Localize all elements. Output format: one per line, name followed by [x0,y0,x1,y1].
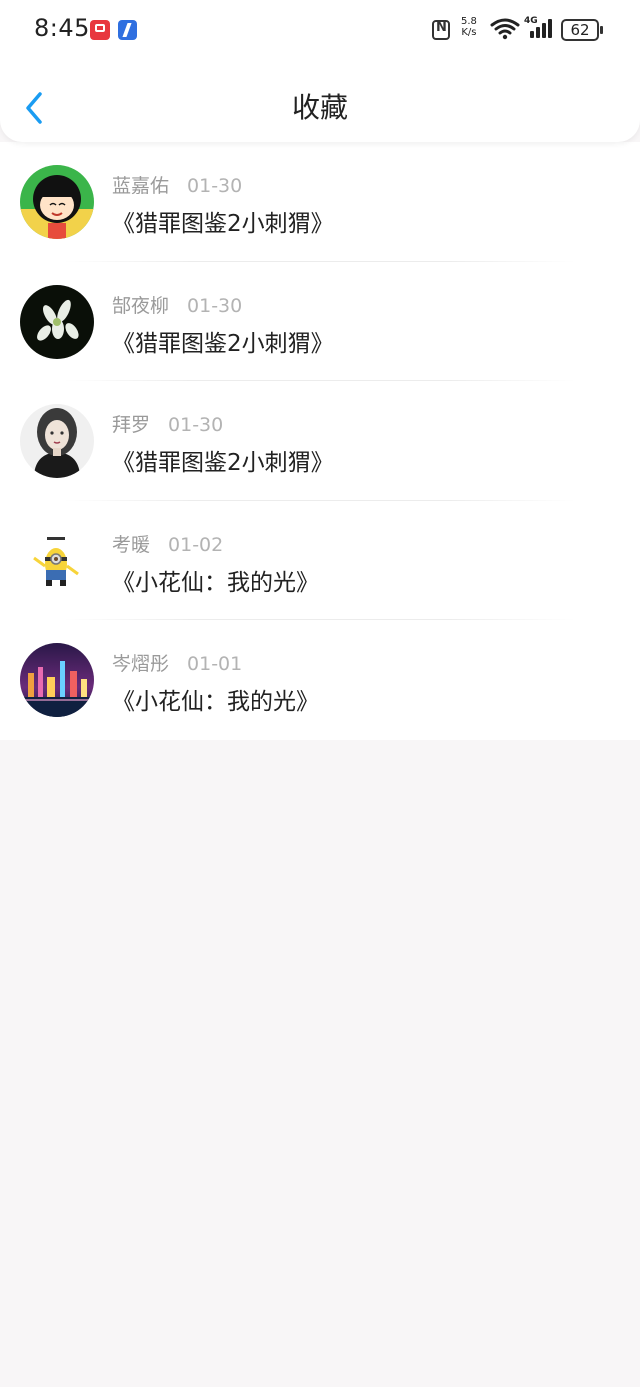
avatar[interactable] [20,284,94,359]
signal-type-label: 4G [524,16,538,26]
user-name: 郜夜柳 [112,294,170,317]
avatar[interactable] [20,404,94,478]
user-name: 岑熠彤 [112,653,170,675]
user-name: 考暖 [112,533,151,556]
item-meta: 岑熠彤 01-01 [112,649,242,676]
battery-icon: 62 [561,19,603,41]
avatar[interactable] [20,523,94,598]
item-date: 01-30 [187,175,243,197]
battery-level: 62 [570,21,590,39]
cellular-signal-icon: 4G [524,16,554,40]
network-speed-unit: K/s [461,27,477,38]
network-speed: 5.8 K/s [461,16,477,38]
list-item[interactable]: 岑熠彤 01-01 《小花仙：我的光》 [0,620,640,740]
item-meta: 考暖 01-02 [112,530,223,557]
app-notification-icon [118,20,137,40]
item-date: 01-02 [168,533,224,556]
book-title: 《猎罪图鉴2小刺猬》 [112,211,334,237]
avatar[interactable] [20,643,94,717]
video-app-notification-icon [90,20,110,40]
item-meta: 蓝嘉佑 01-30 [112,171,242,198]
nfc-icon [432,20,450,40]
list-item[interactable]: 郜夜柳 01-30 《猎罪图鉴2小刺猬》 [0,262,640,381]
top-bar: 8:45 5.8 K/s 4G 62 [0,0,640,142]
avatar[interactable] [20,165,94,239]
user-name: 蓝嘉佑 [112,175,170,197]
item-date: 01-01 [187,653,243,675]
book-title: 《猎罪图鉴2小刺猬》 [112,450,334,476]
book-title: 《小花仙：我的光》 [112,569,319,596]
book-title: 《猎罪图鉴2小刺猬》 [112,330,334,357]
status-time: 8:45 [34,14,90,42]
list-item[interactable]: 蓝嘉佑 01-30 《猎罪图鉴2小刺猬》 [0,142,640,262]
page-title: 收藏 [291,91,348,124]
list-item[interactable]: 拜罗 01-30 《猎罪图鉴2小刺猬》 [0,381,640,501]
favorites-list: 蓝嘉佑 01-30 《猎罪图鉴2小刺猬》 郜夜柳 01-30 《猎罪图鉴2小刺猬》 [0,142,640,740]
status-bar: 8:45 5.8 K/s 4G 62 [0,0,640,60]
item-date: 01-30 [187,294,243,317]
item-date: 01-30 [168,414,224,436]
book-title: 《小花仙：我的光》 [112,689,319,715]
wifi-icon [490,18,520,40]
user-name: 拜罗 [112,414,151,436]
item-meta: 郜夜柳 01-30 [112,291,242,318]
network-speed-value: 5.8 [461,16,477,27]
list-item[interactable]: 考暖 01-02 《小花仙：我的光》 [0,501,640,620]
item-meta: 拜罗 01-30 [112,410,223,437]
